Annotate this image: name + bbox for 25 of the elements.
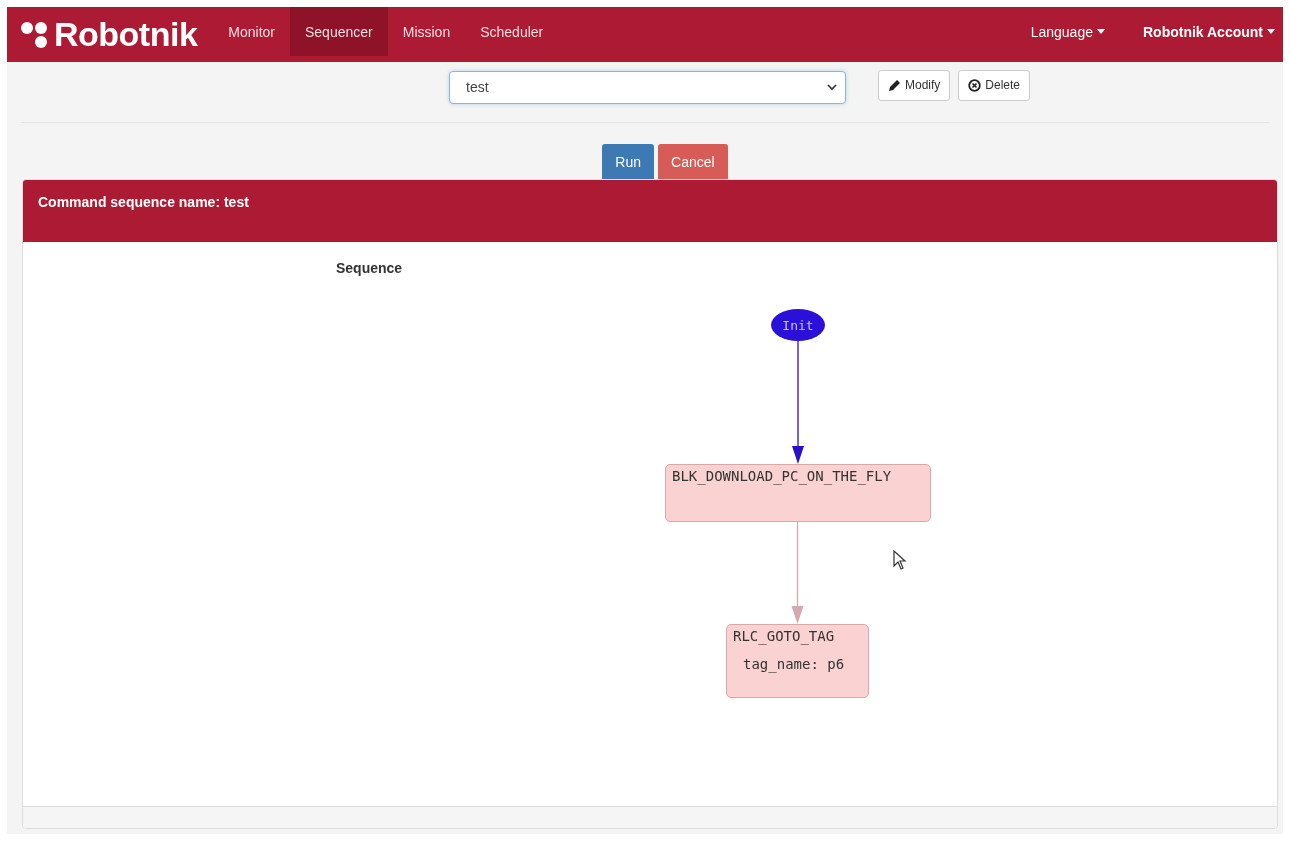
section-label: Sequence	[336, 260, 403, 276]
brand-name[interactable]: Robotnik	[54, 15, 198, 54]
caret-icon	[1267, 29, 1275, 34]
node-title: RLC_GOTO_TAG	[733, 628, 836, 644]
node-title: BLK_DOWNLOAD_PC_ON_THE_FLY	[672, 468, 893, 484]
node-param: tag_name: p6	[742, 656, 846, 672]
pencil-icon	[888, 78, 901, 92]
nav-tab[interactable]: Scheduler	[465, 7, 559, 56]
delete-button[interactable]: Delete	[958, 69, 1031, 101]
pointer-icon	[893, 550, 907, 570]
panel-title: Command sequence name: test	[38, 194, 249, 210]
nav-tab[interactable]: Monitor	[213, 7, 290, 56]
sequence-select[interactable]: test	[449, 70, 846, 104]
nav-dropdown[interactable]: Robotnik Account	[1112, 7, 1283, 62]
chevron-icon	[827, 83, 837, 91]
logo-icon	[20, 19, 50, 50]
delete-icon	[968, 78, 982, 92]
nav-tab[interactable]: Mission	[387, 7, 466, 56]
graph-node: Init	[771, 309, 825, 341]
run-button[interactable]: Run	[602, 144, 655, 179]
modify-button[interactable]: Modify	[878, 69, 951, 101]
cancel-button[interactable]: Cancel	[658, 144, 728, 179]
caret-icon	[1096, 29, 1105, 34]
nav-dropdown[interactable]: Language	[1000, 7, 1113, 62]
nav-tab[interactable]: Sequencer	[290, 7, 388, 56]
